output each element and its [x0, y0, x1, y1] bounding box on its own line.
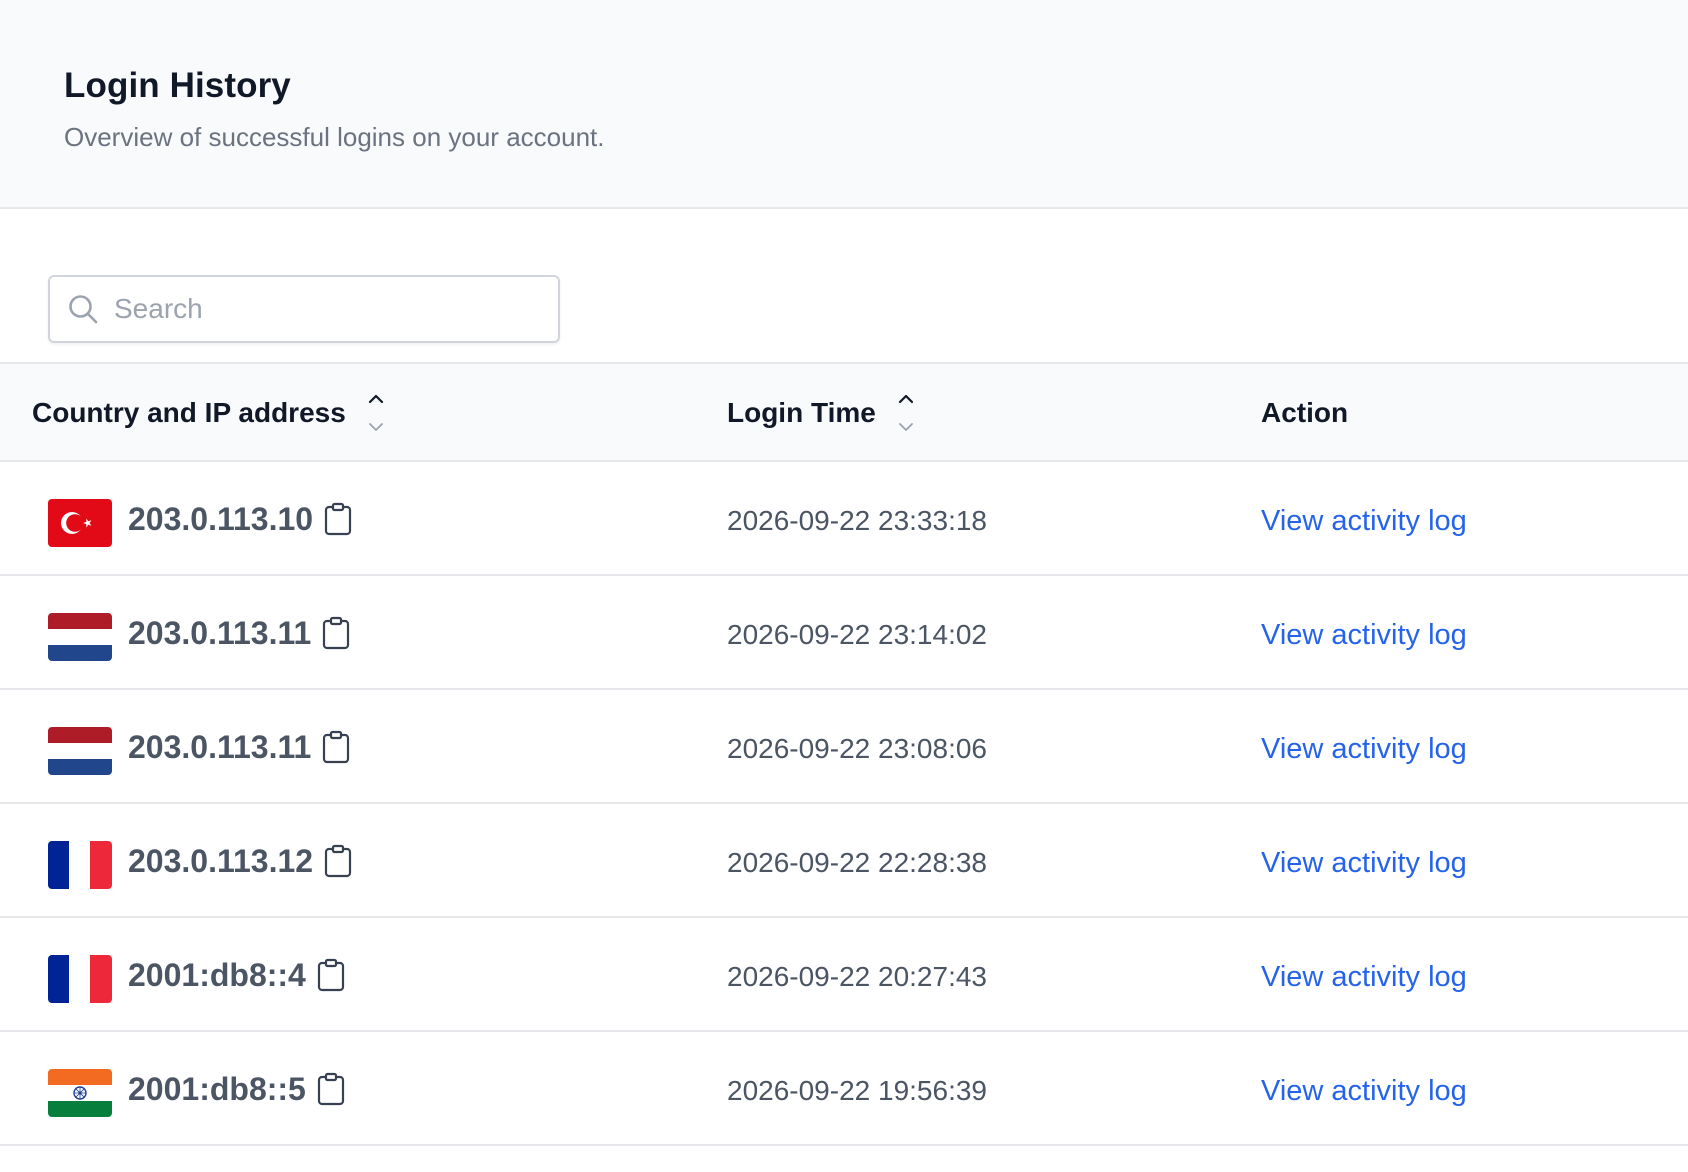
- view-activity-log-link[interactable]: View activity log: [1261, 1075, 1467, 1108]
- view-activity-log-link[interactable]: View activity log: [1261, 961, 1467, 994]
- view-activity-log-link[interactable]: View activity log: [1261, 733, 1467, 766]
- column-header-label: Country and IP address: [32, 397, 346, 428]
- column-header-action: Action: [1261, 364, 1348, 462]
- table-row: 203.0.113.11 2026-09-22 23:14:02 View ac…: [0, 576, 1688, 690]
- table-row: 203.0.113.10 2026-09-22 23:33:18 View ac…: [0, 462, 1688, 576]
- sort-icon[interactable]: [366, 392, 386, 434]
- country-ip-cell: 203.0.113.10: [48, 462, 353, 576]
- table-header: Country and IP address Login Time Action: [0, 364, 1688, 462]
- table-body: 203.0.113.10 2026-09-22 23:33:18 View ac…: [0, 462, 1688, 1146]
- view-activity-log-link[interactable]: View activity log: [1261, 847, 1467, 880]
- column-header-label: Login Time: [727, 397, 876, 428]
- clipboard-icon[interactable]: [321, 729, 351, 765]
- country-ip-cell: 2001:db8::4: [48, 918, 346, 1032]
- table-row: 203.0.113.11 2026-09-22 23:08:06 View ac…: [0, 690, 1688, 804]
- country-ip-cell: 203.0.113.11: [48, 576, 351, 690]
- table-row: 203.0.113.12 2026-09-22 22:28:38 View ac…: [0, 804, 1688, 918]
- search-icon: [66, 292, 100, 326]
- country-ip-cell: 2001:db8::5: [48, 1032, 346, 1146]
- table-row: 2001:db8::5 2026-09-22 19:56:39 View act…: [0, 1032, 1688, 1146]
- action-cell: View activity log: [1261, 576, 1467, 690]
- column-header-country[interactable]: Country and IP address: [32, 364, 386, 462]
- clipboard-icon[interactable]: [323, 501, 353, 537]
- clipboard-icon[interactable]: [323, 843, 353, 879]
- login-time: 2026-09-22 23:08:06: [727, 733, 987, 764]
- search-area: [0, 209, 1688, 364]
- country-ip-cell: 203.0.113.12: [48, 804, 353, 918]
- ip-address: 203.0.113.10: [128, 500, 314, 537]
- page-subtitle: Overview of successful logins on your ac…: [64, 122, 605, 152]
- ip-address: 203.0.113.12: [128, 842, 314, 879]
- ip-address: 2001:db8::4: [128, 956, 306, 993]
- action-cell: View activity log: [1261, 462, 1467, 576]
- country-ip-cell: 203.0.113.11: [48, 690, 351, 804]
- ip-address: 203.0.113.11: [128, 728, 312, 765]
- login-time: 2026-09-22 22:28:38: [727, 847, 987, 878]
- india-flag-icon: [48, 1069, 112, 1117]
- clipboard-icon[interactable]: [321, 615, 351, 651]
- view-activity-log-link[interactable]: View activity log: [1261, 505, 1467, 538]
- sort-icon[interactable]: [896, 392, 916, 434]
- action-cell: View activity log: [1261, 804, 1467, 918]
- page-title: Login History: [64, 66, 291, 105]
- clipboard-icon[interactable]: [316, 957, 346, 993]
- netherlands-flag-icon: [48, 727, 112, 775]
- france-flag-icon: [48, 955, 112, 1003]
- login-time: 2026-09-22 19:56:39: [727, 1075, 987, 1106]
- action-cell: View activity log: [1261, 1032, 1467, 1146]
- login-time: 2026-09-22 23:33:18: [727, 505, 987, 536]
- france-flag-icon: [48, 841, 112, 889]
- table-row: 2001:db8::4 2026-09-22 20:27:43 View act…: [0, 918, 1688, 1032]
- login-time: 2026-09-22 20:27:43: [727, 961, 987, 992]
- column-header-login-time[interactable]: Login Time: [727, 364, 916, 462]
- turkey-flag-icon: [48, 499, 112, 547]
- netherlands-flag-icon: [48, 613, 112, 661]
- page-header: Login History Overview of successful log…: [0, 0, 1688, 209]
- login-time: 2026-09-22 23:14:02: [727, 619, 987, 650]
- view-activity-log-link[interactable]: View activity log: [1261, 619, 1467, 652]
- ip-address: 203.0.113.11: [128, 614, 312, 651]
- search-box[interactable]: [48, 275, 560, 343]
- action-cell: View activity log: [1261, 690, 1467, 804]
- clipboard-icon[interactable]: [316, 1071, 346, 1107]
- search-input[interactable]: [114, 293, 534, 325]
- ip-address: 2001:db8::5: [128, 1070, 306, 1107]
- column-header-label: Action: [1261, 397, 1349, 428]
- action-cell: View activity log: [1261, 918, 1467, 1032]
